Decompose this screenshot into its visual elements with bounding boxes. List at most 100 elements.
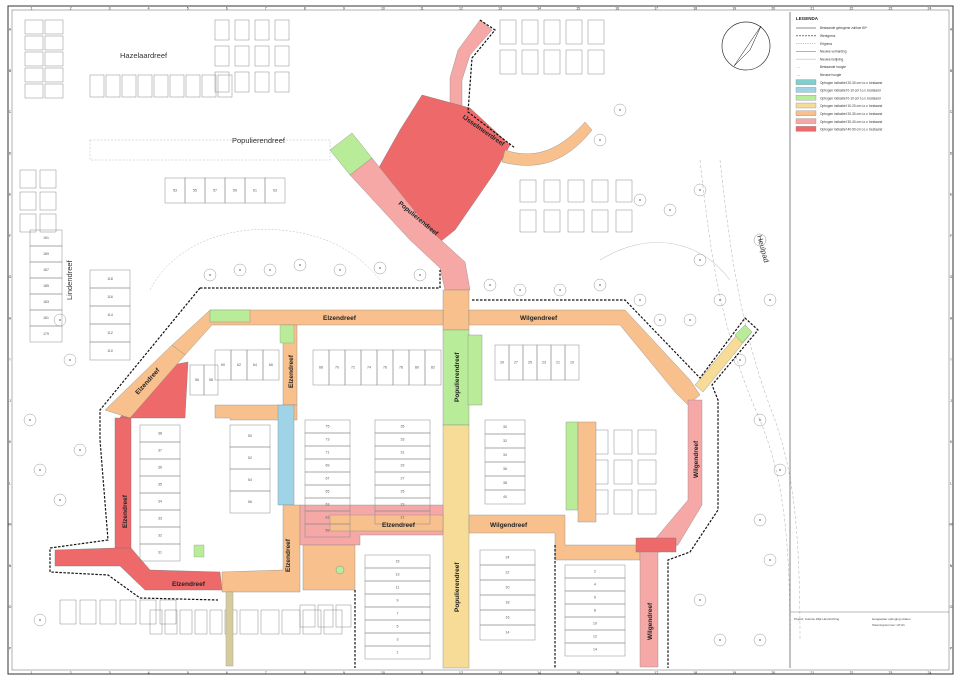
street-elzendreef-west: Elzendreef <box>122 494 129 528</box>
house-number: 35 <box>401 425 405 429</box>
house-number: 37 <box>158 449 162 453</box>
frame-number-top: 9 <box>343 7 345 11</box>
house-number: 1 <box>397 651 399 655</box>
house-number: 50 <box>248 434 252 438</box>
house-number: 71 <box>326 451 330 455</box>
house-number: 65 <box>326 490 330 494</box>
house-number: 34 <box>503 453 507 457</box>
house-number: 35 <box>158 483 162 487</box>
frame-number-top: 15 <box>576 7 580 11</box>
house-number: 40 <box>503 495 507 499</box>
house-number: 72 <box>351 366 355 370</box>
house-number: 183 <box>43 300 49 304</box>
zone-populierendreef-upper <box>442 289 470 331</box>
frame-number-bottom: 2 <box>70 671 72 675</box>
zone-teal <box>277 404 295 506</box>
house-number: 6 <box>594 596 596 600</box>
house-number: 32 <box>158 534 162 538</box>
house-number: 59 <box>326 529 330 533</box>
street-wilgendreef-mid: Wilgendreef <box>490 522 528 529</box>
frame-number-bottom: 6 <box>226 671 228 675</box>
frame-number-top: 21 <box>810 7 814 11</box>
street-populierendreef-west: Populierendreef <box>232 136 286 145</box>
frame-number-top: 4 <box>148 7 150 11</box>
frame-number-bottom: 11 <box>420 671 424 675</box>
legend-label: Ophogen indicatief 10-20 cm t.o.v. besta… <box>820 104 883 108</box>
house-number: 19 <box>570 361 574 365</box>
house-number: 74 <box>367 366 371 370</box>
frame-letter-left: I <box>10 358 11 362</box>
house-number: 52 <box>248 456 252 460</box>
frame-number-top: 1 <box>31 7 33 11</box>
frame-number-top: 23 <box>888 7 892 11</box>
frame-letter-left: O <box>9 605 12 609</box>
legend-label: Nieuwe hoogte <box>820 73 841 77</box>
house-number: 7 <box>397 612 399 616</box>
frame-number-bottom: 16 <box>615 671 619 675</box>
frame-number-bottom: 9 <box>343 671 345 675</box>
frame-number-top: 12 <box>459 7 463 11</box>
house-number: 23 <box>542 361 546 365</box>
frame-number-bottom: 13 <box>498 671 502 675</box>
zone-elzendreef-north-green <box>209 309 251 323</box>
legend-swatch <box>795 118 817 124</box>
legend-swatch <box>795 87 817 93</box>
frame-letter-right: F <box>950 234 952 238</box>
legend-item: Ophogen indicatief 40-50 cm t.o.v. besta… <box>795 126 883 132</box>
legend-item: Ophogen indicatief 20-30 cm t.o.v. besta… <box>795 110 883 116</box>
house-number: 33 <box>401 438 405 442</box>
legend-label: Nieuwe belijning <box>820 57 843 61</box>
house-number: 68 <box>319 366 323 370</box>
title-line-1: Project: Kolonie Wijk Herinrichting <box>794 617 840 621</box>
house-number: 4 <box>594 583 596 587</box>
frame-number-top: 5 <box>187 7 189 11</box>
house-number: 3 <box>397 638 399 642</box>
frame-letter-right: I <box>951 358 952 362</box>
house-number: 56 <box>195 378 199 382</box>
legend-swatch: — <box>797 73 800 77</box>
frame-number-bottom: 22 <box>849 671 853 675</box>
house-number: 78 <box>399 366 403 370</box>
house-number: 25 <box>528 361 532 365</box>
frame-number-bottom: 21 <box>810 671 814 675</box>
frame-number-top: 13 <box>498 7 502 11</box>
house-number: 8 <box>594 609 596 613</box>
house-number: 27 <box>514 361 518 365</box>
street-wilgendreef-north: Wilgendreef <box>520 315 558 322</box>
house-number: 25 <box>401 490 405 494</box>
street-elzendreef-sw: Elzendreef <box>172 581 206 588</box>
frame-number-bottom: 4 <box>148 671 150 675</box>
house-number: 29 <box>500 361 504 365</box>
legend-label: Werkgrens <box>820 34 836 38</box>
frame-number-bottom: 24 <box>928 671 932 675</box>
legend-swatch <box>795 79 817 85</box>
house-number: 33 <box>158 517 162 521</box>
house-number: 56 <box>248 500 252 504</box>
house-number: 191 <box>43 236 49 240</box>
zone-populierendreef-lower <box>442 424 470 669</box>
legend-item: Ophogen indicatief 0-10 cm t.o.v. bestaa… <box>795 95 881 100</box>
house-number: 80 <box>415 366 419 370</box>
house-number: 114 <box>107 313 113 317</box>
frame-number-top: 18 <box>693 7 697 11</box>
house-number: 53 <box>173 189 177 193</box>
frame-letter-right: O <box>950 605 953 609</box>
frame-number-top: 2 <box>70 7 72 11</box>
house-number: 22 <box>506 571 510 575</box>
frame-number-bottom: 18 <box>693 671 697 675</box>
frame-number-bottom: 15 <box>576 671 580 675</box>
frame-number-top: 10 <box>381 7 385 11</box>
street-hazelaardreef: Hazelaardreef <box>120 51 168 60</box>
house-number: 69 <box>326 464 330 468</box>
house-number: 15 <box>396 560 400 564</box>
legend-item: Ophogen indicatief 30-40 cm t.o.v. besta… <box>795 118 883 124</box>
house-number: 181 <box>43 316 49 320</box>
house-number: 31 <box>401 451 405 455</box>
frame-number-bottom: 7 <box>265 671 267 675</box>
legend-title: LEGENDA <box>796 16 819 21</box>
street-lindendreef: Lindendreef <box>65 259 74 300</box>
frame-letter-left: G <box>9 275 12 279</box>
legend-label: Ophogen indicatief 20-30 cm t.o.v. besta… <box>820 81 883 85</box>
house-number: 67 <box>326 477 330 481</box>
legend-item: Ophogen indicatief 0-10 cm t.o.v. bestaa… <box>795 87 881 93</box>
